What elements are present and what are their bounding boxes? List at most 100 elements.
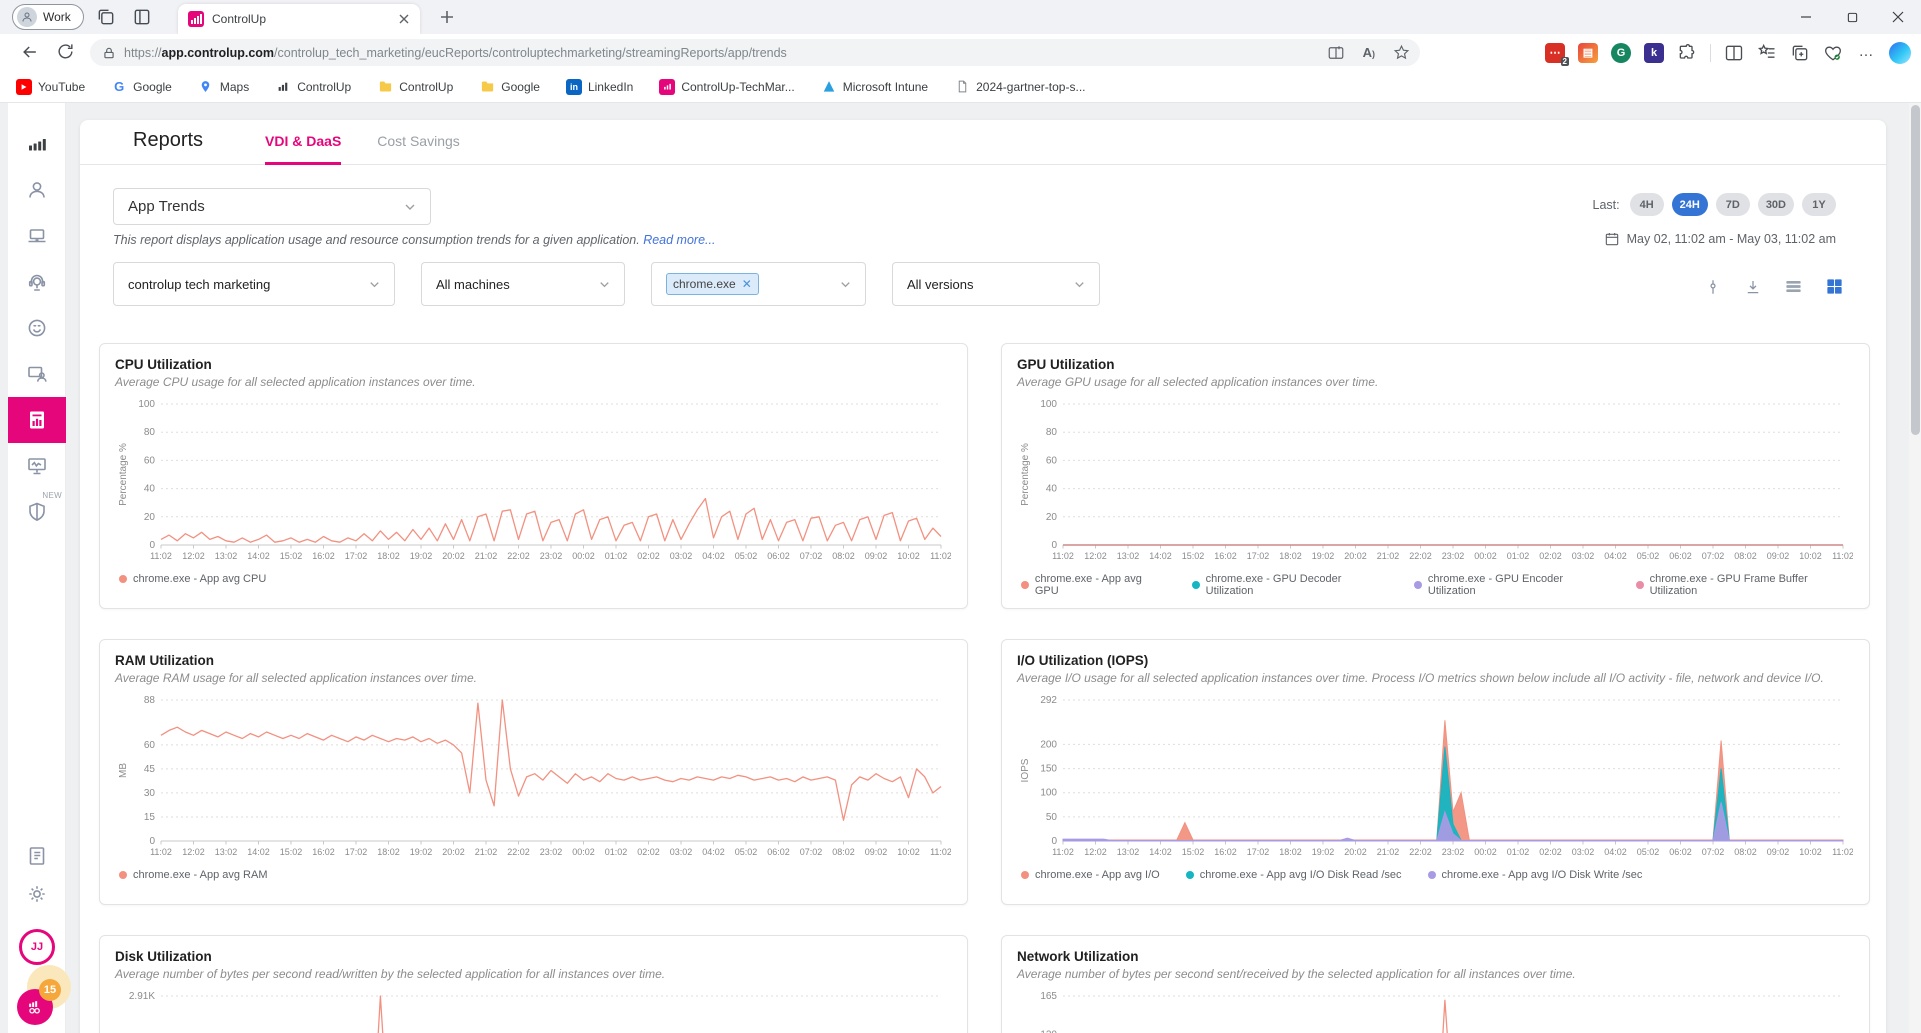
page-scrollbar[interactable] xyxy=(1909,103,1921,1033)
sidebar-item-release-notes[interactable] xyxy=(8,837,66,875)
extension-docs-icon[interactable]: ▤ xyxy=(1578,43,1598,63)
sidebar-item-settings[interactable] xyxy=(8,875,66,913)
controlup-assistant-button[interactable]: 15 xyxy=(17,989,53,1025)
sidebar-item-security[interactable]: NEW xyxy=(8,489,66,535)
svg-text:01:02: 01:02 xyxy=(1507,847,1530,857)
user-avatar[interactable]: JJ xyxy=(19,929,55,965)
range-chip-4h[interactable]: 4H xyxy=(1630,193,1664,216)
filter-pin-icon[interactable] xyxy=(1704,278,1722,296)
bookmark-4[interactable]: ControlUp xyxy=(275,79,351,95)
bookmark-8[interactable]: ControlUp-TechMar... xyxy=(659,79,794,95)
legend-item[interactable]: chrome.exe - App avg RAM xyxy=(119,869,268,881)
chip-remove-icon[interactable]: ✕ xyxy=(742,279,752,289)
range-chip-30d[interactable]: 30D xyxy=(1758,193,1794,216)
legend-item[interactable]: chrome.exe - App avg I/O xyxy=(1021,869,1160,881)
sidebar-item-users[interactable] xyxy=(8,167,66,213)
sidebar-item-home[interactable] xyxy=(8,121,66,167)
range-chip-24h[interactable]: 24H xyxy=(1672,193,1708,216)
favorites-list-icon[interactable] xyxy=(1757,43,1777,63)
tab-vdi-daas[interactable]: VDI & DaaS xyxy=(265,133,341,165)
report-type-select[interactable]: App Trends xyxy=(113,188,431,225)
sidebar-item-sentiment[interactable] xyxy=(8,305,66,351)
favorite-star-icon[interactable] xyxy=(1393,44,1410,61)
more-menu-icon[interactable]: … xyxy=(1856,43,1876,63)
split-window-icon[interactable] xyxy=(1724,43,1744,63)
legend-item[interactable]: chrome.exe - App avg GPU xyxy=(1021,573,1166,597)
sidebar-item-reports[interactable] xyxy=(8,397,66,443)
bookmark-10[interactable]: 2024-gartner-top-s... xyxy=(954,79,1085,95)
bookmark-2[interactable]: GGoogle xyxy=(111,79,172,95)
back-icon[interactable] xyxy=(20,42,40,62)
sidebar-item-sessions[interactable] xyxy=(8,351,66,397)
svg-text:02:02: 02:02 xyxy=(637,551,660,561)
download-icon[interactable] xyxy=(1744,278,1762,296)
legend-item[interactable]: chrome.exe - App avg I/O Disk Read /sec xyxy=(1186,869,1402,881)
new-tab-button[interactable] xyxy=(438,8,456,26)
scrollbar-thumb[interactable] xyxy=(1911,105,1920,435)
address-bar[interactable]: https://app.controlup.com/controlup_tech… xyxy=(90,39,1420,66)
legend-item[interactable]: chrome.exe - GPU Encoder Utilization xyxy=(1414,573,1610,597)
extensions-puzzle-icon[interactable] xyxy=(1677,43,1697,63)
date-range[interactable]: May 02, 11:02 am - May 03, 11:02 am xyxy=(1604,231,1836,247)
bookmark-5[interactable]: ControlUp xyxy=(377,79,453,95)
browser-essentials-icon[interactable] xyxy=(1823,43,1843,63)
legend-item[interactable]: chrome.exe - App avg I/O Disk Write /sec xyxy=(1428,869,1643,881)
refresh-icon[interactable] xyxy=(56,42,76,62)
sidebar-item-monitoring[interactable] xyxy=(8,443,66,489)
svg-text:13:02: 13:02 xyxy=(1117,847,1140,857)
grid-view-icon[interactable] xyxy=(1825,277,1844,296)
window-close-button[interactable] xyxy=(1875,0,1921,34)
copilot-icon[interactable] xyxy=(1889,42,1911,64)
tab-close-icon[interactable] xyxy=(398,13,410,25)
vertical-tabs-icon[interactable] xyxy=(132,7,152,27)
svg-text:06:02: 06:02 xyxy=(767,847,790,857)
window-maximize-button[interactable] xyxy=(1829,0,1875,34)
filter-select-2[interactable]: All machines xyxy=(421,262,625,306)
workspaces-icon[interactable] xyxy=(96,7,116,27)
read-aloud-icon[interactable]: A) xyxy=(1363,45,1375,60)
bookmark-6[interactable]: Google xyxy=(479,79,540,95)
browser-profile-button[interactable]: Work xyxy=(12,4,84,30)
svg-text:22:02: 22:02 xyxy=(1409,551,1432,561)
users-icon xyxy=(25,178,49,202)
chart-legend: chrome.exe - App avg RAM xyxy=(115,869,952,881)
browser-tab-controlup[interactable]: ControlUp xyxy=(178,4,420,34)
chart-plot: MB8860453015011:0212:0213:0214:0215:0216… xyxy=(115,693,951,867)
filter-chip[interactable]: chrome.exe✕ xyxy=(666,273,759,295)
svg-text:100: 100 xyxy=(1040,788,1057,799)
filter-select-3[interactable]: chrome.exe✕ xyxy=(651,262,866,306)
list-view-icon[interactable] xyxy=(1784,277,1803,296)
grammarly-icon[interactable]: G xyxy=(1611,43,1631,63)
chart-subtitle: Average RAM usage for all selected appli… xyxy=(115,671,952,685)
tab-cost-savings[interactable]: Cost Savings xyxy=(377,133,459,164)
bookmark-1[interactable]: YouTube xyxy=(16,79,85,95)
sidebar-item-machines[interactable] xyxy=(8,213,66,259)
read-more-link[interactable]: Read more... xyxy=(643,233,715,247)
window-minimize-button[interactable] xyxy=(1783,0,1829,34)
kaltura-icon[interactable]: k xyxy=(1644,43,1664,63)
svg-text:16:02: 16:02 xyxy=(312,847,335,857)
svg-text:60: 60 xyxy=(144,455,156,466)
filter-select-1[interactable]: controlup tech marketing xyxy=(113,262,395,306)
bookmark-3[interactable]: Maps xyxy=(198,79,249,95)
legend-item[interactable]: chrome.exe - GPU Decoder Utilization xyxy=(1192,573,1388,597)
collections-icon[interactable] xyxy=(1790,43,1810,63)
extension-red-icon[interactable]: ⋯2 xyxy=(1545,43,1565,63)
sidebar-item-helpdesk[interactable] xyxy=(8,259,66,305)
split-screen-icon[interactable] xyxy=(1327,44,1345,62)
bookmark-7[interactable]: inLinkedIn xyxy=(566,79,633,95)
bookmark-9[interactable]: Microsoft Intune xyxy=(821,79,928,95)
svg-text:00:02: 00:02 xyxy=(572,551,595,561)
filter-value: controlup tech marketing xyxy=(128,277,270,292)
legend-item[interactable]: chrome.exe - App avg CPU xyxy=(119,573,266,585)
sentiment-icon xyxy=(25,316,49,340)
range-chip-1y[interactable]: 1Y xyxy=(1802,193,1836,216)
profile-label: Work xyxy=(43,10,71,24)
range-chip-7d[interactable]: 7D xyxy=(1716,193,1750,216)
chart-card-gpu-utilization: GPU UtilizationAverage GPU usage for all… xyxy=(1001,343,1870,609)
lock-icon[interactable] xyxy=(102,46,116,60)
legend-item[interactable]: chrome.exe - GPU Frame Buffer Utilizatio… xyxy=(1636,573,1854,597)
svg-text:20:02: 20:02 xyxy=(1344,551,1367,561)
filter-select-4[interactable]: All versions xyxy=(892,262,1100,306)
svg-text:04:02: 04:02 xyxy=(702,551,725,561)
